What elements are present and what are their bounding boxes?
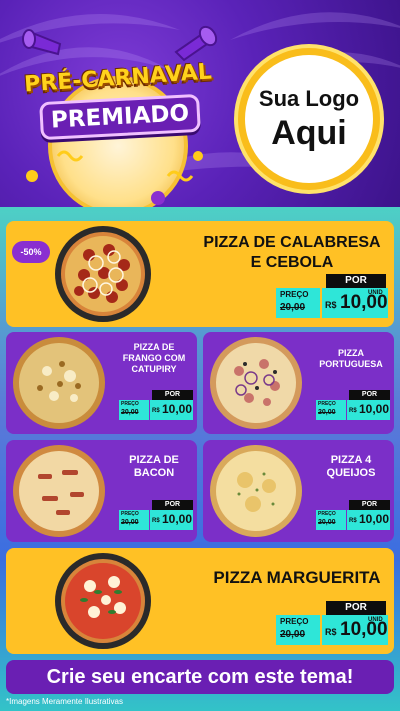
pizza-bacon-image [13, 445, 105, 537]
product-card-portuguesa[interactable]: PIZZA PORTUGUESA POR PREÇO 20,00 R$ 10,0… [203, 332, 394, 434]
product-card-4-queijos[interactable]: PIZZA 4 QUEIJOS POR PREÇO 20,00 R$ 10,00 [203, 440, 394, 542]
preco-label: PREÇO [318, 511, 336, 517]
price-por-label: POR [349, 500, 390, 510]
old-price-box: PREÇO 20,00 [316, 510, 346, 530]
product-name-line1: PIZZA DE CALABRESA [203, 234, 381, 251]
preco-label: PREÇO [121, 511, 139, 517]
old-price: 20,00 [318, 409, 336, 416]
old-price-box: PREÇO 20,00 [276, 288, 320, 318]
pizza-calabresa-image [55, 226, 151, 322]
old-price-box: PREÇO 20,00 [119, 400, 149, 420]
confetti-decoration [26, 150, 203, 205]
new-price: 10,00 [162, 402, 193, 416]
new-price-box: R$ 10,00 UNID [322, 288, 388, 318]
old-price-box: PREÇO 20,00 [316, 400, 346, 420]
discount-badge: -50% [12, 241, 50, 263]
logo-line2: Aqui [271, 113, 347, 152]
product-name: PIZZA DE FRANGO COM CATUPIRY [112, 342, 196, 375]
currency: R$ [349, 518, 357, 524]
product-name-line2: E CEBOLA [250, 254, 334, 271]
product-name-line1: PIZZA [338, 348, 364, 358]
new-price-box: R$ 10,00 [150, 510, 193, 530]
cta-banner[interactable]: Crie seu encarte com este tema! [6, 660, 394, 694]
product-name: PIZZA PORTUGUESA [309, 348, 393, 370]
header: PRÉ-CARNAVAL PREMIADO Sua Logo Aqui [0, 0, 400, 210]
currency: R$ [325, 627, 337, 637]
price-por-label: POR [326, 601, 386, 615]
pizza-portuguesa-image [210, 337, 302, 429]
product-name: PIZZA MARGUERITA [202, 568, 392, 588]
product-name-line2: FRANGO COM [122, 353, 186, 363]
old-price: 20,00 [121, 409, 139, 416]
old-price-box: PREÇO 20,00 [276, 615, 320, 645]
price-tag: POR PREÇO 20,00 R$ 10,00 [316, 500, 390, 534]
price-tag: POR PREÇO 20,00 R$ 10,00 UNID [276, 601, 388, 649]
currency: R$ [349, 408, 357, 414]
product-name: PIZZA 4 QUEIJOS [309, 454, 393, 480]
product-name-line1: PIZZA DE [133, 342, 175, 352]
new-price-box: R$ 10,00 [150, 400, 193, 420]
price-tag: POR PREÇO 20,00 R$ 10,00 [119, 500, 193, 534]
currency: R$ [152, 518, 160, 524]
product-card-bacon[interactable]: PIZZA DE BACON POR PREÇO 20,00 R$ 10,00 [6, 440, 197, 542]
currency: R$ [325, 300, 337, 310]
price-tag: POR PREÇO 20,00 R$ 10,00 UNID [276, 274, 388, 322]
product-name: PIZZA DE BACON [112, 454, 196, 480]
pizza-4-queijos-image [210, 445, 302, 537]
new-price-box: R$ 10,00 [347, 400, 390, 420]
product-name-line1: PIZZA 4 [330, 454, 372, 466]
disclaimer-text: *Imagens Meramente Ilustrativas [6, 697, 123, 706]
product-name-line2: BACON [133, 467, 175, 479]
product-name-line2: PORTUGUESA [319, 359, 383, 369]
new-price-box: R$ 10,00 [347, 510, 390, 530]
preco-label: PREÇO [280, 290, 309, 299]
pizza-marguerita-image [55, 553, 151, 649]
price-por-label: POR [152, 500, 193, 510]
unid-label: UNID [368, 617, 383, 623]
carnival-brand-logo: PRÉ-CARNAVAL PREMIADO [18, 25, 218, 210]
new-price: 10,00 [162, 512, 193, 526]
product-card-marguerita[interactable]: PIZZA MARGUERITA POR PREÇO 20,00 R$ 10,0… [6, 548, 394, 654]
product-card-frango[interactable]: PIZZA DE FRANGO COM CATUPIRY POR PREÇO 2… [6, 332, 197, 434]
pizza-frango-image [13, 337, 105, 429]
preco-label: PREÇO [121, 401, 139, 407]
horn-left-icon [22, 29, 62, 56]
new-price: 10,00 [359, 512, 390, 526]
product-name: PIZZA DE CALABRESA E CEBOLA [192, 233, 392, 273]
logo-line1: Sua Logo [258, 85, 360, 111]
price-por-label: POR [349, 390, 390, 400]
unid-label: UNID [368, 290, 383, 296]
product-name-line1: PIZZA DE [129, 454, 179, 466]
old-price: 20,00 [121, 519, 139, 526]
old-price: 20,00 [280, 629, 306, 640]
price-por-label: POR [326, 274, 386, 288]
price-tag: POR PREÇO 20,00 R$ 10,00 [119, 390, 193, 424]
old-price: 20,00 [280, 302, 306, 313]
product-card-calabresa[interactable]: -50% PIZZA DE CALABRESA E CEBOLA POR PRE… [6, 221, 394, 327]
preco-label: PREÇO [318, 401, 336, 407]
preco-label: PREÇO [280, 617, 309, 626]
price-por-label: POR [152, 390, 193, 400]
product-name-line2: QUEIJOS [326, 467, 376, 479]
new-price-box: R$ 10,00 UNID [322, 615, 388, 645]
product-name-line3: CATUPIRY [131, 364, 177, 374]
product-name-line1: PIZZA MARGUERITA [213, 568, 381, 587]
old-price-box: PREÇO 20,00 [119, 510, 149, 530]
currency: R$ [152, 408, 160, 414]
price-tag: POR PREÇO 20,00 R$ 10,00 [316, 390, 390, 424]
old-price: 20,00 [318, 519, 336, 526]
store-logo-placeholder[interactable]: Sua Logo Aqui [238, 48, 380, 190]
new-price: 10,00 [359, 402, 390, 416]
